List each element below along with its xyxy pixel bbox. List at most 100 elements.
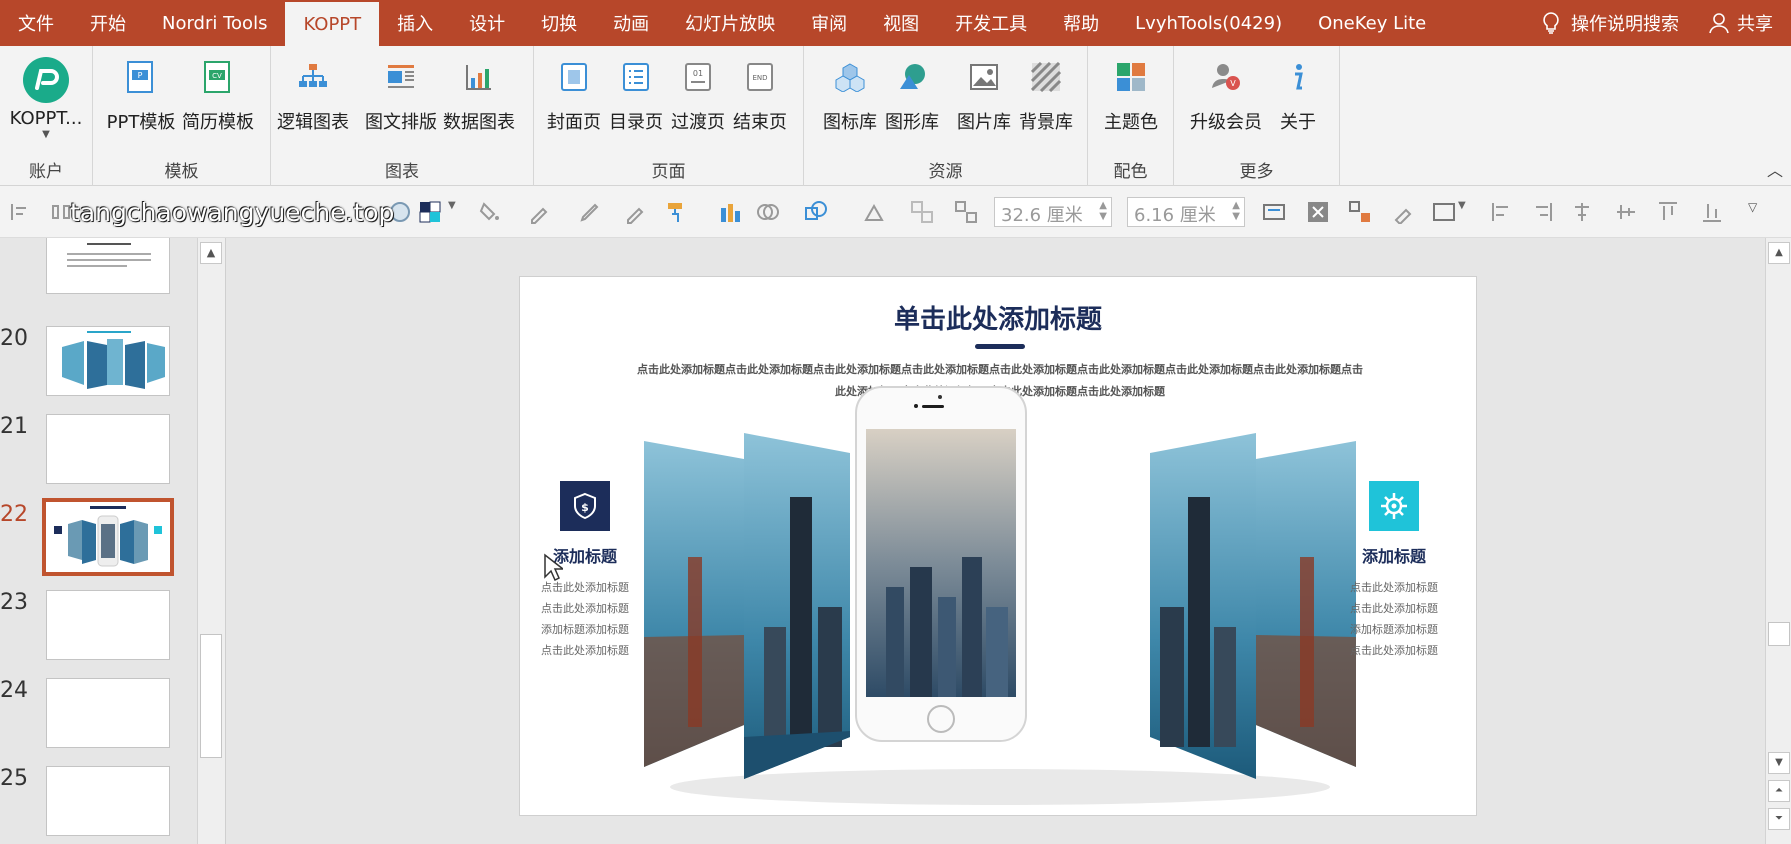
eyedropper-outline-icon[interactable] xyxy=(624,200,648,224)
slide-thumbnail[interactable]: 25 xyxy=(0,766,200,844)
tab-view[interactable]: 视图 xyxy=(865,0,937,46)
tab-transitions[interactable]: 切换 xyxy=(523,0,595,46)
merge-shapes-icon[interactable] xyxy=(756,200,780,224)
ungroup-icon[interactable] xyxy=(954,200,978,224)
collapse-ribbon-icon[interactable]: ︿ xyxy=(1767,157,1783,181)
tab-nordri-tools[interactable]: Nordri Tools xyxy=(144,0,285,46)
slide-thumbnail[interactable]: 21 xyxy=(0,414,200,494)
slide-thumbnail[interactable]: 23 xyxy=(0,590,200,670)
pen-icon[interactable] xyxy=(578,200,602,224)
background-library-button[interactable]: 背景库 xyxy=(1006,56,1086,134)
slide-title[interactable]: 单击此处添加标题 xyxy=(520,299,1476,336)
shape-combine-icon[interactable] xyxy=(804,200,828,224)
close-box-icon[interactable] xyxy=(1306,200,1330,224)
logic-chart-label: 逻辑图表 xyxy=(277,112,349,133)
upgrade-member-button[interactable]: V 升级会员 xyxy=(1186,56,1266,134)
thumbnails-scrollbar[interactable]: ▲ xyxy=(197,238,225,844)
slide-number: 23 xyxy=(0,590,28,615)
next-slide-icon[interactable]: ⏷ xyxy=(1768,808,1790,830)
tab-insert[interactable]: 插入 xyxy=(379,0,451,46)
color-fill-icon[interactable] xyxy=(418,200,442,224)
city-phone-graphic[interactable] xyxy=(640,377,1360,816)
rotate-icon[interactable] xyxy=(862,200,886,224)
cubes-icon xyxy=(829,56,871,98)
align-top-icon[interactable] xyxy=(1656,200,1680,224)
slide-thumbnail-image xyxy=(46,678,170,748)
chart-icon[interactable] xyxy=(718,200,742,224)
theme-color-label: 主题色 xyxy=(1104,112,1158,133)
align-right-icon[interactable] xyxy=(1530,200,1554,224)
scrollbar-thumb[interactable] xyxy=(1768,622,1790,646)
watermark-text: tangchaowangyueche.top xyxy=(70,198,395,227)
ppt-template-button[interactable]: P PPT模板 xyxy=(101,56,181,134)
shape-library-button[interactable]: 图形库 xyxy=(872,56,952,134)
layout-button[interactable]: 图文排版 xyxy=(361,56,441,134)
data-chart-button[interactable]: 数据图表 xyxy=(439,56,519,134)
description-line: 点击此处添加标题 xyxy=(1350,644,1438,657)
align-bottom-icon[interactable] xyxy=(1700,200,1724,224)
align-center-icon[interactable] xyxy=(1570,200,1594,224)
group-label-account: 账户 xyxy=(29,162,63,182)
slide-number: 25 xyxy=(0,766,28,791)
paint-bucket-icon[interactable] xyxy=(478,200,502,224)
scrollbar-thumb[interactable] xyxy=(200,634,222,758)
tab-home[interactable]: 开始 xyxy=(72,0,144,46)
tab-design[interactable]: 设计 xyxy=(451,0,523,46)
scroll-up-icon[interactable]: ▲ xyxy=(200,242,222,264)
cover-page-icon xyxy=(553,56,595,98)
tab-review[interactable]: 审阅 xyxy=(793,0,865,46)
about-button[interactable]: 关于 xyxy=(1258,56,1338,134)
chevron-down-icon[interactable]: ▼ xyxy=(448,200,472,224)
about-label: 关于 xyxy=(1280,112,1316,133)
group-icon[interactable] xyxy=(910,200,934,224)
tab-lvyhtools[interactable]: LvyhTools(0429) xyxy=(1117,0,1300,46)
toolbar-more-icon[interactable]: ▽ xyxy=(1748,200,1772,224)
align-icon[interactable] xyxy=(8,200,32,224)
eyedropper-icon[interactable] xyxy=(528,200,552,224)
resume-template-button[interactable]: CV 简历模板 xyxy=(178,56,258,134)
tell-me-search[interactable]: 操作说明搜索 xyxy=(1521,10,1699,36)
height-input[interactable]: 32.6 厘米 ▲ ▼ xyxy=(994,197,1112,227)
slide-number: 22 xyxy=(0,502,28,527)
tab-help[interactable]: 帮助 xyxy=(1045,0,1117,46)
align-middle-icon[interactable] xyxy=(1614,200,1638,224)
shape-library-label: 图形库 xyxy=(885,112,939,133)
tab-koppt[interactable]: KOPPT xyxy=(285,2,380,46)
spin-arrows-icon[interactable]: ▲ ▼ xyxy=(1232,200,1240,222)
width-input[interactable]: 6.16 厘米 ▲ ▼ xyxy=(1127,197,1245,227)
tab-animations[interactable]: 动画 xyxy=(595,0,667,46)
hatch-pattern-icon xyxy=(1025,56,1067,98)
format-painter-icon[interactable] xyxy=(664,200,688,224)
share-button[interactable]: 共享 xyxy=(1699,10,1791,36)
tab-developer[interactable]: 开发工具 xyxy=(937,0,1045,46)
brush-icon[interactable] xyxy=(1392,200,1416,226)
logic-chart-button[interactable]: 逻辑图表 xyxy=(273,56,353,134)
koppt-account-button[interactable]: KOPPT... ▼ xyxy=(4,56,88,140)
slide-thumbnail[interactable] xyxy=(0,238,200,304)
member-icon: V xyxy=(1205,56,1247,98)
editor-scrollbar[interactable]: ▲ ▼ ⏶ ⏷ xyxy=(1765,238,1791,844)
tab-slideshow[interactable]: 幻灯片放映 xyxy=(667,0,793,46)
end-page-button[interactable]: END 结束页 xyxy=(720,56,800,134)
scroll-down-icon[interactable]: ▼ xyxy=(1768,752,1790,774)
data-chart-label: 数据图表 xyxy=(443,112,515,133)
slide-thumbnail-image xyxy=(46,414,170,484)
frame-icon[interactable] xyxy=(1432,200,1456,224)
tab-file[interactable]: 文件 xyxy=(0,0,72,46)
bar-chart-icon xyxy=(458,56,500,98)
previous-slide-icon[interactable]: ⏶ xyxy=(1768,780,1790,802)
slide-thumbnail[interactable]: 24 xyxy=(0,678,200,758)
textbox-icon[interactable] xyxy=(1262,200,1286,224)
spin-arrows-icon[interactable]: ▲ ▼ xyxy=(1099,200,1107,222)
align-left-icon[interactable] xyxy=(1490,200,1514,224)
slide-thumbnail-active[interactable]: 22 xyxy=(0,498,200,582)
theme-color-button[interactable]: 主题色 xyxy=(1091,56,1171,134)
right-feature[interactable]: 添加标题 点击此处添加标题 点击此处添加标题 添加标题添加标题 点击此处添加标题 xyxy=(1334,481,1454,661)
slide-canvas[interactable]: 单击此处添加标题 点击此处添加标题点击此处添加标题点击此处添加标题点击此处添加标… xyxy=(519,276,1477,816)
tab-onekey-lite[interactable]: OneKey Lite xyxy=(1300,0,1444,46)
chevron-down-icon[interactable]: ▼ xyxy=(1458,200,1482,224)
group-label-template: 模板 xyxy=(164,162,199,182)
slide-thumbnail[interactable]: 20 xyxy=(0,326,200,406)
scroll-up-icon[interactable]: ▲ xyxy=(1768,242,1790,264)
selection-pane-icon[interactable] xyxy=(1348,200,1372,224)
